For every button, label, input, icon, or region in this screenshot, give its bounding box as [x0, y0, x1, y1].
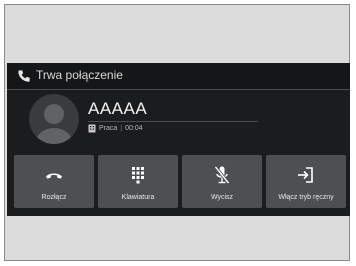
hang-up-label: Rozłącz	[41, 194, 67, 201]
mute-label: Wycisz	[210, 194, 234, 201]
contact-name: AAAAA	[88, 99, 148, 118]
handset-mode-icon	[298, 167, 313, 183]
call-actions: Rozłącz Klawiatura Wycisz Włącz tryb ręc…	[14, 155, 346, 208]
call-meta: Praca | 00:04	[88, 124, 143, 133]
building-icon	[88, 124, 96, 133]
call-duration: 00:04	[125, 125, 143, 132]
call-status-title: Trwa połączenie	[36, 68, 123, 82]
person-silhouette-icon	[36, 104, 72, 144]
mute-button[interactable]: Wycisz	[182, 155, 262, 208]
phone-icon	[18, 70, 30, 82]
keypad-button[interactable]: Klawiatura	[98, 155, 178, 208]
mute-mic-icon	[214, 166, 230, 184]
hang-up-icon	[46, 173, 62, 179]
call-header: Trwa połączenie	[7, 63, 350, 90]
keypad-label: Klawiatura	[121, 194, 155, 201]
name-divider	[88, 121, 258, 122]
keypad-icon	[132, 167, 144, 184]
handset-mode-label: Włącz tryb ręczny	[278, 194, 334, 201]
handset-mode-button[interactable]: Włącz tryb ręczny	[266, 155, 346, 208]
hang-up-button[interactable]: Rozłącz	[14, 155, 94, 208]
call-screen: Trwa połączenie AAAAA Praca | 00:04 Rozł…	[7, 63, 350, 216]
meta-separator: |	[120, 125, 123, 132]
number-type: Praca	[99, 125, 118, 132]
contact-avatar	[29, 94, 79, 144]
